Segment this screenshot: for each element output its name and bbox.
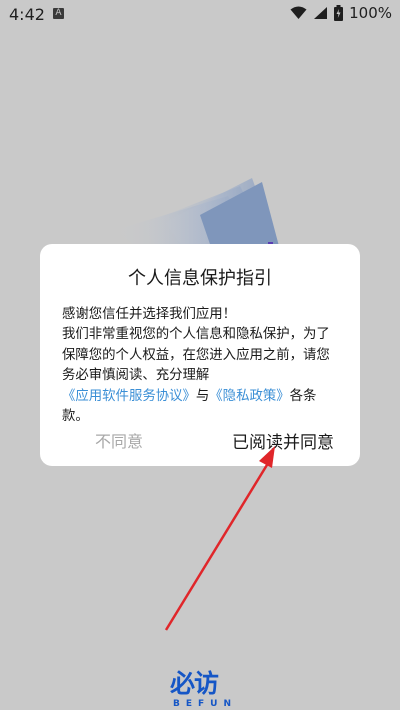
card-stack-icon <box>115 178 280 250</box>
agree-button[interactable]: 已阅读并同意 <box>232 428 334 453</box>
dialog-line-1: 感谢您信任并选择我们应用！ <box>62 307 237 322</box>
service-agreement-link[interactable]: 《应用软件服务协议》 <box>62 389 196 404</box>
app-logo: 必访 BEFUN <box>170 664 232 710</box>
disagree-button[interactable]: 不同意 <box>95 428 143 452</box>
connector-text: 与 <box>195 388 210 404</box>
logo-text: 必访 <box>170 669 219 698</box>
privacy-dialog: 个人信息保护指引 感谢您信任并选择我们应用！ 我们非常重视您的个人信息和隐私保护… <box>40 244 360 466</box>
dialog-title: 个人信息保护指引 <box>128 268 272 289</box>
logo-subtext: BEFUN <box>173 699 237 709</box>
dialog-line-2: 我们非常重视您的个人信息和隐私保护，为了保障您的个人权益，在您进入应用之前，请您… <box>62 327 330 384</box>
dialog-body: 感谢您信任并选择我们应用！ 我们非常重视您的个人信息和隐私保护，为了保障您的个人… <box>62 305 342 427</box>
dialog-paragraph: 我们非常重视您的个人信息和隐私保护，为了保障您的个人权益，在您进入应用之前，请您… <box>62 325 342 427</box>
privacy-policy-link[interactable]: 《隐私政策》 <box>209 389 289 404</box>
